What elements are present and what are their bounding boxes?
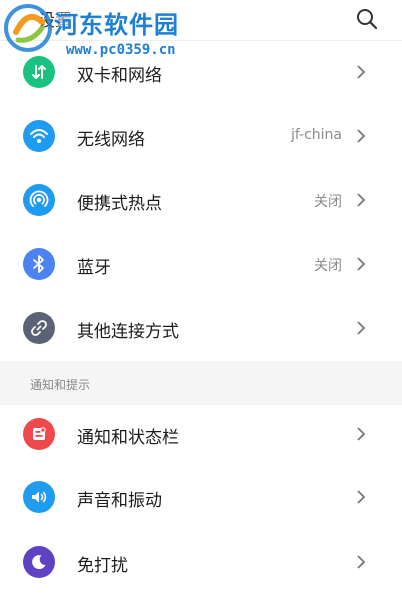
search-icon[interactable] bbox=[354, 6, 380, 32]
sound-icon bbox=[23, 481, 55, 513]
section-label: 通知和提示 bbox=[30, 378, 91, 392]
settings-item-other-connections[interactable]: 其他连接方式 bbox=[0, 296, 402, 360]
moon-icon bbox=[23, 546, 55, 578]
chevron-right-icon bbox=[357, 257, 366, 271]
wifi-icon bbox=[23, 120, 55, 152]
chevron-right-icon bbox=[357, 427, 366, 441]
dual-sim-icon bbox=[23, 56, 55, 88]
chevron-right-icon bbox=[357, 490, 366, 504]
header-bar: 设置 bbox=[0, 0, 402, 41]
hotspot-icon bbox=[23, 184, 55, 216]
settings-item-label: 无线网络 bbox=[77, 130, 145, 150]
page-title: 设置 bbox=[38, 11, 72, 31]
chevron-right-icon bbox=[357, 321, 366, 335]
settings-item-label: 免打扰 bbox=[77, 556, 128, 576]
settings-item-do-not-disturb[interactable]: 免打扰 bbox=[0, 530, 402, 594]
settings-item-label: 通知和状态栏 bbox=[77, 428, 179, 448]
settings-item-hotspot[interactable]: 便携式热点 关闭 bbox=[0, 168, 402, 232]
settings-item-label: 其他连接方式 bbox=[77, 322, 179, 342]
settings-item-value: jf-china bbox=[290, 127, 342, 143]
notification-icon bbox=[23, 418, 55, 450]
chevron-right-icon bbox=[357, 129, 366, 143]
chevron-right-icon bbox=[357, 193, 366, 207]
settings-item-value: 关闭 bbox=[314, 194, 342, 210]
chevron-right-icon bbox=[357, 65, 366, 79]
settings-item-wifi[interactable]: 无线网络 jf-china bbox=[0, 104, 402, 168]
chevron-right-icon bbox=[357, 555, 366, 569]
settings-item-bluetooth[interactable]: 蓝牙 关闭 bbox=[0, 232, 402, 296]
section-header-notifications: 通知和提示 bbox=[0, 361, 402, 405]
settings-item-notifications-status-bar[interactable]: 通知和状态栏 bbox=[0, 402, 402, 466]
settings-item-label: 便携式热点 bbox=[77, 194, 162, 214]
settings-item-label: 双卡和网络 bbox=[77, 66, 162, 86]
bluetooth-icon bbox=[23, 248, 55, 280]
settings-item-label: 蓝牙 bbox=[77, 258, 111, 278]
settings-item-sound-vibration[interactable]: 声音和振动 bbox=[0, 465, 402, 529]
settings-item-dual-sim-network[interactable]: 双卡和网络 bbox=[0, 40, 402, 104]
settings-item-label: 声音和振动 bbox=[77, 491, 162, 511]
link-icon bbox=[23, 312, 55, 344]
settings-item-value: 关闭 bbox=[314, 258, 342, 274]
